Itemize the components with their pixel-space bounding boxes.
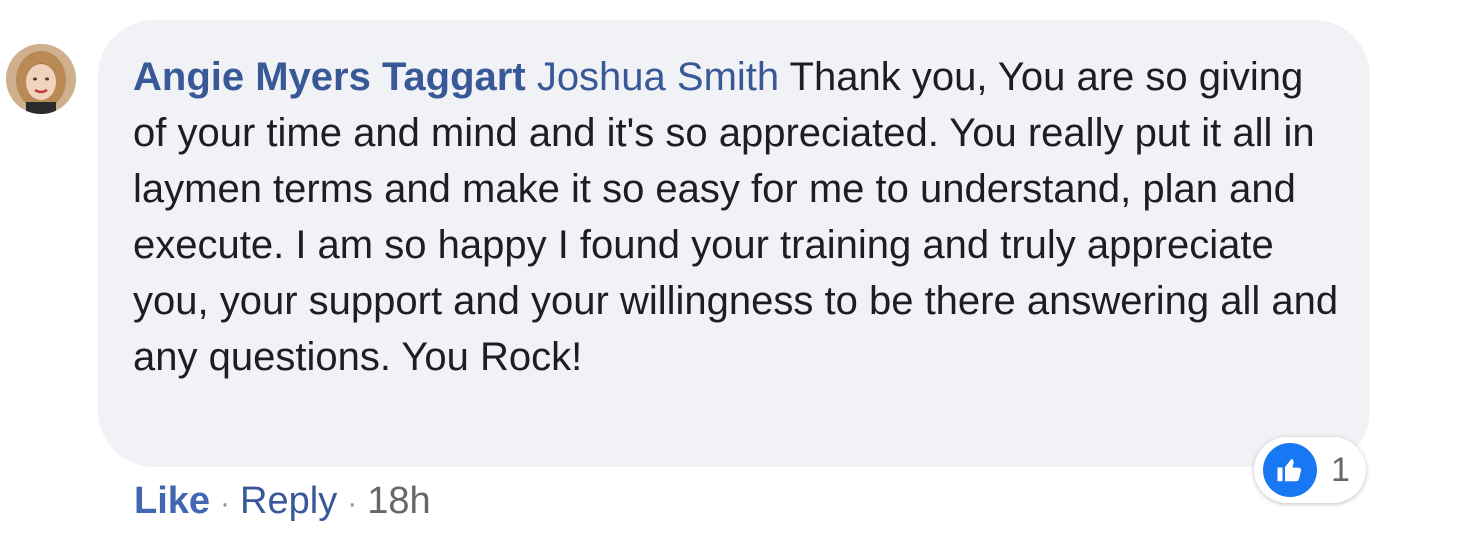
avatar[interactable] <box>6 44 76 114</box>
reply-button[interactable]: Reply <box>240 480 337 522</box>
thumbs-up-icon <box>1263 443 1317 497</box>
author-name[interactable]: Angie Myers Taggart <box>133 55 526 99</box>
separator: · <box>220 487 231 520</box>
separator: · <box>347 487 358 520</box>
mention-link[interactable]: Joshua Smith <box>537 55 779 99</box>
reaction-summary[interactable]: 1 <box>1254 437 1366 503</box>
like-button[interactable]: Like <box>134 480 210 522</box>
comment-body: Angie Myers Taggart Joshua Smith Thank y… <box>133 49 1343 385</box>
comment-actions: Like · Reply · 18h <box>134 478 431 527</box>
comment: Angie Myers Taggart Joshua Smith Thank y… <box>0 0 1470 537</box>
reaction-count: 1 <box>1331 450 1350 489</box>
profile-photo <box>6 44 76 114</box>
comment-bubble: Angie Myers Taggart Joshua Smith Thank y… <box>98 20 1370 467</box>
comment-text: Thank you, You are so giving of your tim… <box>133 55 1339 379</box>
timestamp[interactable]: 18h <box>367 480 430 522</box>
